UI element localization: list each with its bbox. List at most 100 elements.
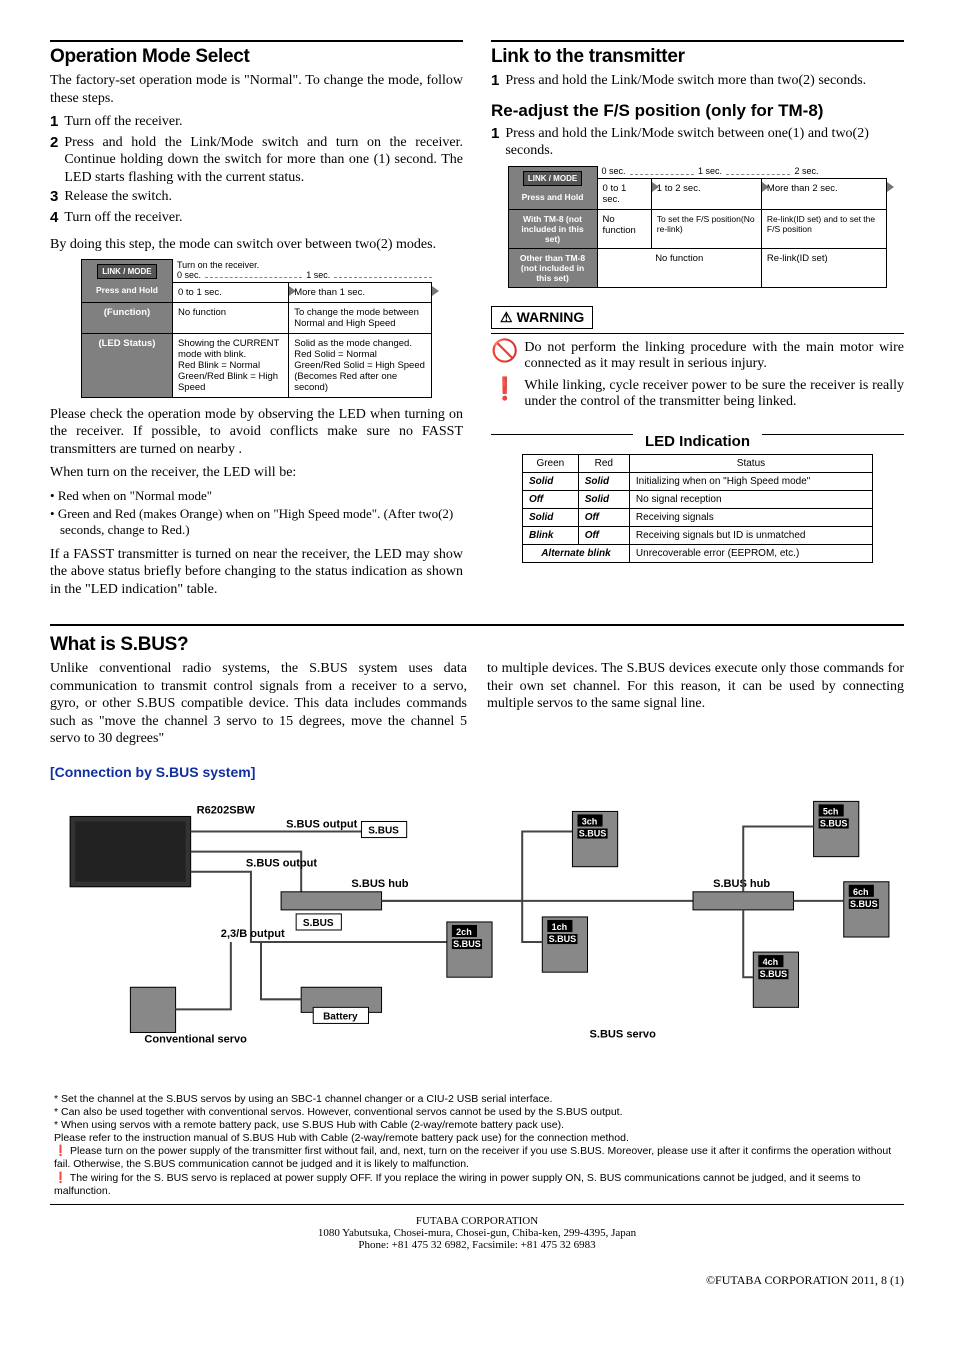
row-led-label: (LED Status) bbox=[81, 333, 172, 397]
led-table: Green Red Status SolidSolidInitializing … bbox=[522, 454, 873, 563]
warn-2: While linking, cycle receiver power to b… bbox=[524, 378, 904, 410]
readjust-step-1-text: Press and hold the Link/Mode switch betw… bbox=[505, 125, 904, 160]
col2-1: 1 to 2 sec. bbox=[657, 183, 701, 194]
ch5-label: 5ch bbox=[823, 806, 839, 816]
press-hold-label: Press and Hold bbox=[87, 285, 167, 295]
sbus-footnotes: * Set the channel at the S.BUS servos by… bbox=[50, 1093, 904, 1198]
step-1-text: Turn off the receiver. bbox=[64, 113, 182, 132]
row-other: Other than TM-8 (not included in this se… bbox=[508, 249, 597, 288]
warning-title: WARNING bbox=[491, 306, 593, 329]
led-indic-title: LED Indication bbox=[633, 433, 762, 450]
readjust-step-1: 1Press and hold the Link/Mode switch bet… bbox=[491, 125, 904, 160]
led-r0-s: Initializing when on "High Speed mode" bbox=[629, 473, 872, 491]
sbus-title: What is S.BUS? bbox=[50, 630, 904, 656]
sbus-p1: Unlike conventional radio systems, the S… bbox=[50, 660, 467, 748]
step-2: 2Press and hold the Link/Mode switch and… bbox=[50, 134, 463, 187]
led-r3-g: Blink bbox=[522, 527, 578, 545]
led-r1-r: Solid bbox=[578, 491, 629, 509]
led-r0-r: Solid bbox=[578, 473, 629, 491]
tick2-0: 0 sec. bbox=[598, 166, 630, 176]
sbus-hub-2: S.BUS hub bbox=[713, 878, 770, 890]
fasst-note: If a FASST transmitter is turned on near… bbox=[50, 546, 463, 599]
conv-servo-label: Conventional servo bbox=[144, 1033, 247, 1045]
tick-0: 0 sec. bbox=[173, 270, 205, 280]
sbus-small-1: S.BUS bbox=[549, 934, 577, 944]
ch2-label: 2ch bbox=[456, 927, 472, 937]
led-r2-s: Receiving signals bbox=[629, 509, 872, 527]
step-1: 1Turn off the receiver. bbox=[50, 113, 463, 132]
row-tm8: With TM-8 (not included in this set) bbox=[508, 210, 597, 249]
sbus-lbl-1: S.BUS bbox=[368, 825, 399, 836]
op-mode-intro: The factory-set operation mode is "Norma… bbox=[50, 72, 463, 107]
receiver-label: R6202SBW bbox=[197, 804, 256, 816]
link-mode-btn-label: LINK / MODE bbox=[97, 264, 156, 279]
led-h-red: Red bbox=[578, 455, 629, 473]
tm8-c1: No function bbox=[597, 210, 651, 249]
when-turn-on: When turn on the receiver, the LED will … bbox=[50, 464, 463, 482]
link-btn-2: LINK / MODE bbox=[523, 171, 582, 186]
sbus-hub-1: S.BUS hub bbox=[351, 878, 408, 890]
led-r4-g: Alternate blink bbox=[522, 545, 629, 563]
step-3: 3Release the switch. bbox=[50, 188, 463, 207]
led-r2-g: Solid bbox=[522, 509, 578, 527]
readjust-title: Re-adjust the F/S position (only for TM-… bbox=[491, 101, 904, 121]
ch4-label: 4ch bbox=[763, 957, 779, 967]
row-led-c1: Showing the CURRENT mode with blink. Red… bbox=[172, 333, 288, 397]
ch3-label: 3ch bbox=[582, 816, 598, 826]
row-led-c2: Solid as the mode changed. Red Solid = N… bbox=[289, 333, 432, 397]
row-function-label: (Function) bbox=[81, 302, 172, 333]
fn-1: * Set the channel at the S.BUS servos by… bbox=[54, 1093, 900, 1106]
row-function-c1: No function bbox=[172, 302, 288, 333]
step-4-text: Turn off the receiver. bbox=[64, 209, 182, 228]
tick2-2: 2 sec. bbox=[790, 166, 822, 176]
link-step-1: 1Press and hold the Link/Mode switch mor… bbox=[491, 72, 904, 91]
sbus-small-6: S.BUS bbox=[850, 899, 878, 909]
bullet-2: Green and Red (makes Orange) when on "Hi… bbox=[50, 506, 463, 538]
footer-corp: FUTABA CORPORATION bbox=[50, 1215, 904, 1227]
caption-top: Turn on the receiver. bbox=[173, 260, 432, 270]
battery-label: Battery bbox=[323, 1011, 358, 1022]
link-timing-table: LINK / MODE Press and Hold 0 sec. 1 sec.… bbox=[508, 166, 888, 289]
sbus-small-2: S.BUS bbox=[453, 939, 481, 949]
tick2-1: 1 sec. bbox=[694, 166, 726, 176]
tm8-c2: To set the F/S position(No re-link) bbox=[651, 210, 761, 249]
col2-0: 0 to 1 sec. bbox=[603, 183, 627, 205]
ch6-label: 6ch bbox=[853, 887, 869, 897]
notice-icon: ❗ bbox=[491, 378, 518, 410]
footer-phone: Phone: +81 475 32 6982, Facsimile: +81 4… bbox=[50, 1239, 904, 1251]
step-3-text: Release the switch. bbox=[64, 188, 172, 207]
conv-servo-icon: 2ch S.BUS bbox=[447, 922, 492, 977]
led-r3-r: Off bbox=[578, 527, 629, 545]
press-hold-2: Press and Hold bbox=[514, 192, 592, 202]
footer-addr: 1080 Yabutsuka, Chosei-mura, Chosei-gun,… bbox=[50, 1227, 904, 1239]
warn-1: Do not perform the linking procedure wit… bbox=[524, 340, 904, 372]
mode-table: LINK / MODE Press and Hold Turn on the r… bbox=[81, 259, 432, 398]
ch1-label: 1ch bbox=[552, 922, 568, 932]
led-r2-r: Off bbox=[578, 509, 629, 527]
led-h-status: Status bbox=[629, 455, 872, 473]
sbus-small-4: S.BUS bbox=[760, 969, 788, 979]
step-4: 4Turn off the receiver. bbox=[50, 209, 463, 228]
led-r0-g: Solid bbox=[522, 473, 578, 491]
sbus-p2: to multiple devices. The S.BUS devices e… bbox=[487, 660, 904, 713]
prohibit-icon: 🚫 bbox=[491, 340, 518, 372]
sbus-out-2: S.BUS output bbox=[246, 857, 318, 869]
fn-2: * Can also be used together with convent… bbox=[54, 1106, 900, 1119]
link-tx-title: Link to the transmitter bbox=[491, 40, 904, 68]
step-2-text: Press and hold the Link/Mode switch and … bbox=[64, 134, 463, 187]
led-r1-g: Off bbox=[522, 491, 578, 509]
other-c3: Re-link(ID set) bbox=[761, 249, 887, 288]
led-r1-s: No signal reception bbox=[629, 491, 872, 509]
link-step-1-text: Press and hold the Link/Mode switch more… bbox=[505, 72, 866, 91]
fn-4: Please refer to the instruction manual o… bbox=[54, 1132, 900, 1145]
bullet-1: Red when on "Normal mode" bbox=[50, 488, 463, 504]
sbus-small-3: S.BUS bbox=[579, 828, 607, 838]
after-steps: By doing this step, the mode can switch … bbox=[50, 236, 463, 254]
tm8-c3: Re-link(ID set) and to set the F/S posit… bbox=[761, 210, 887, 249]
sbus-servo-label: S.BUS servo bbox=[590, 1028, 657, 1040]
led-r3-s: Receiving signals but ID is unmatched bbox=[629, 527, 872, 545]
op-mode-title: Operation Mode Select bbox=[50, 40, 463, 68]
sbus-small-5: S.BUS bbox=[820, 818, 848, 828]
b-out-label: 2,3/B output bbox=[221, 928, 285, 940]
tick-1: 1 sec. bbox=[302, 270, 334, 280]
